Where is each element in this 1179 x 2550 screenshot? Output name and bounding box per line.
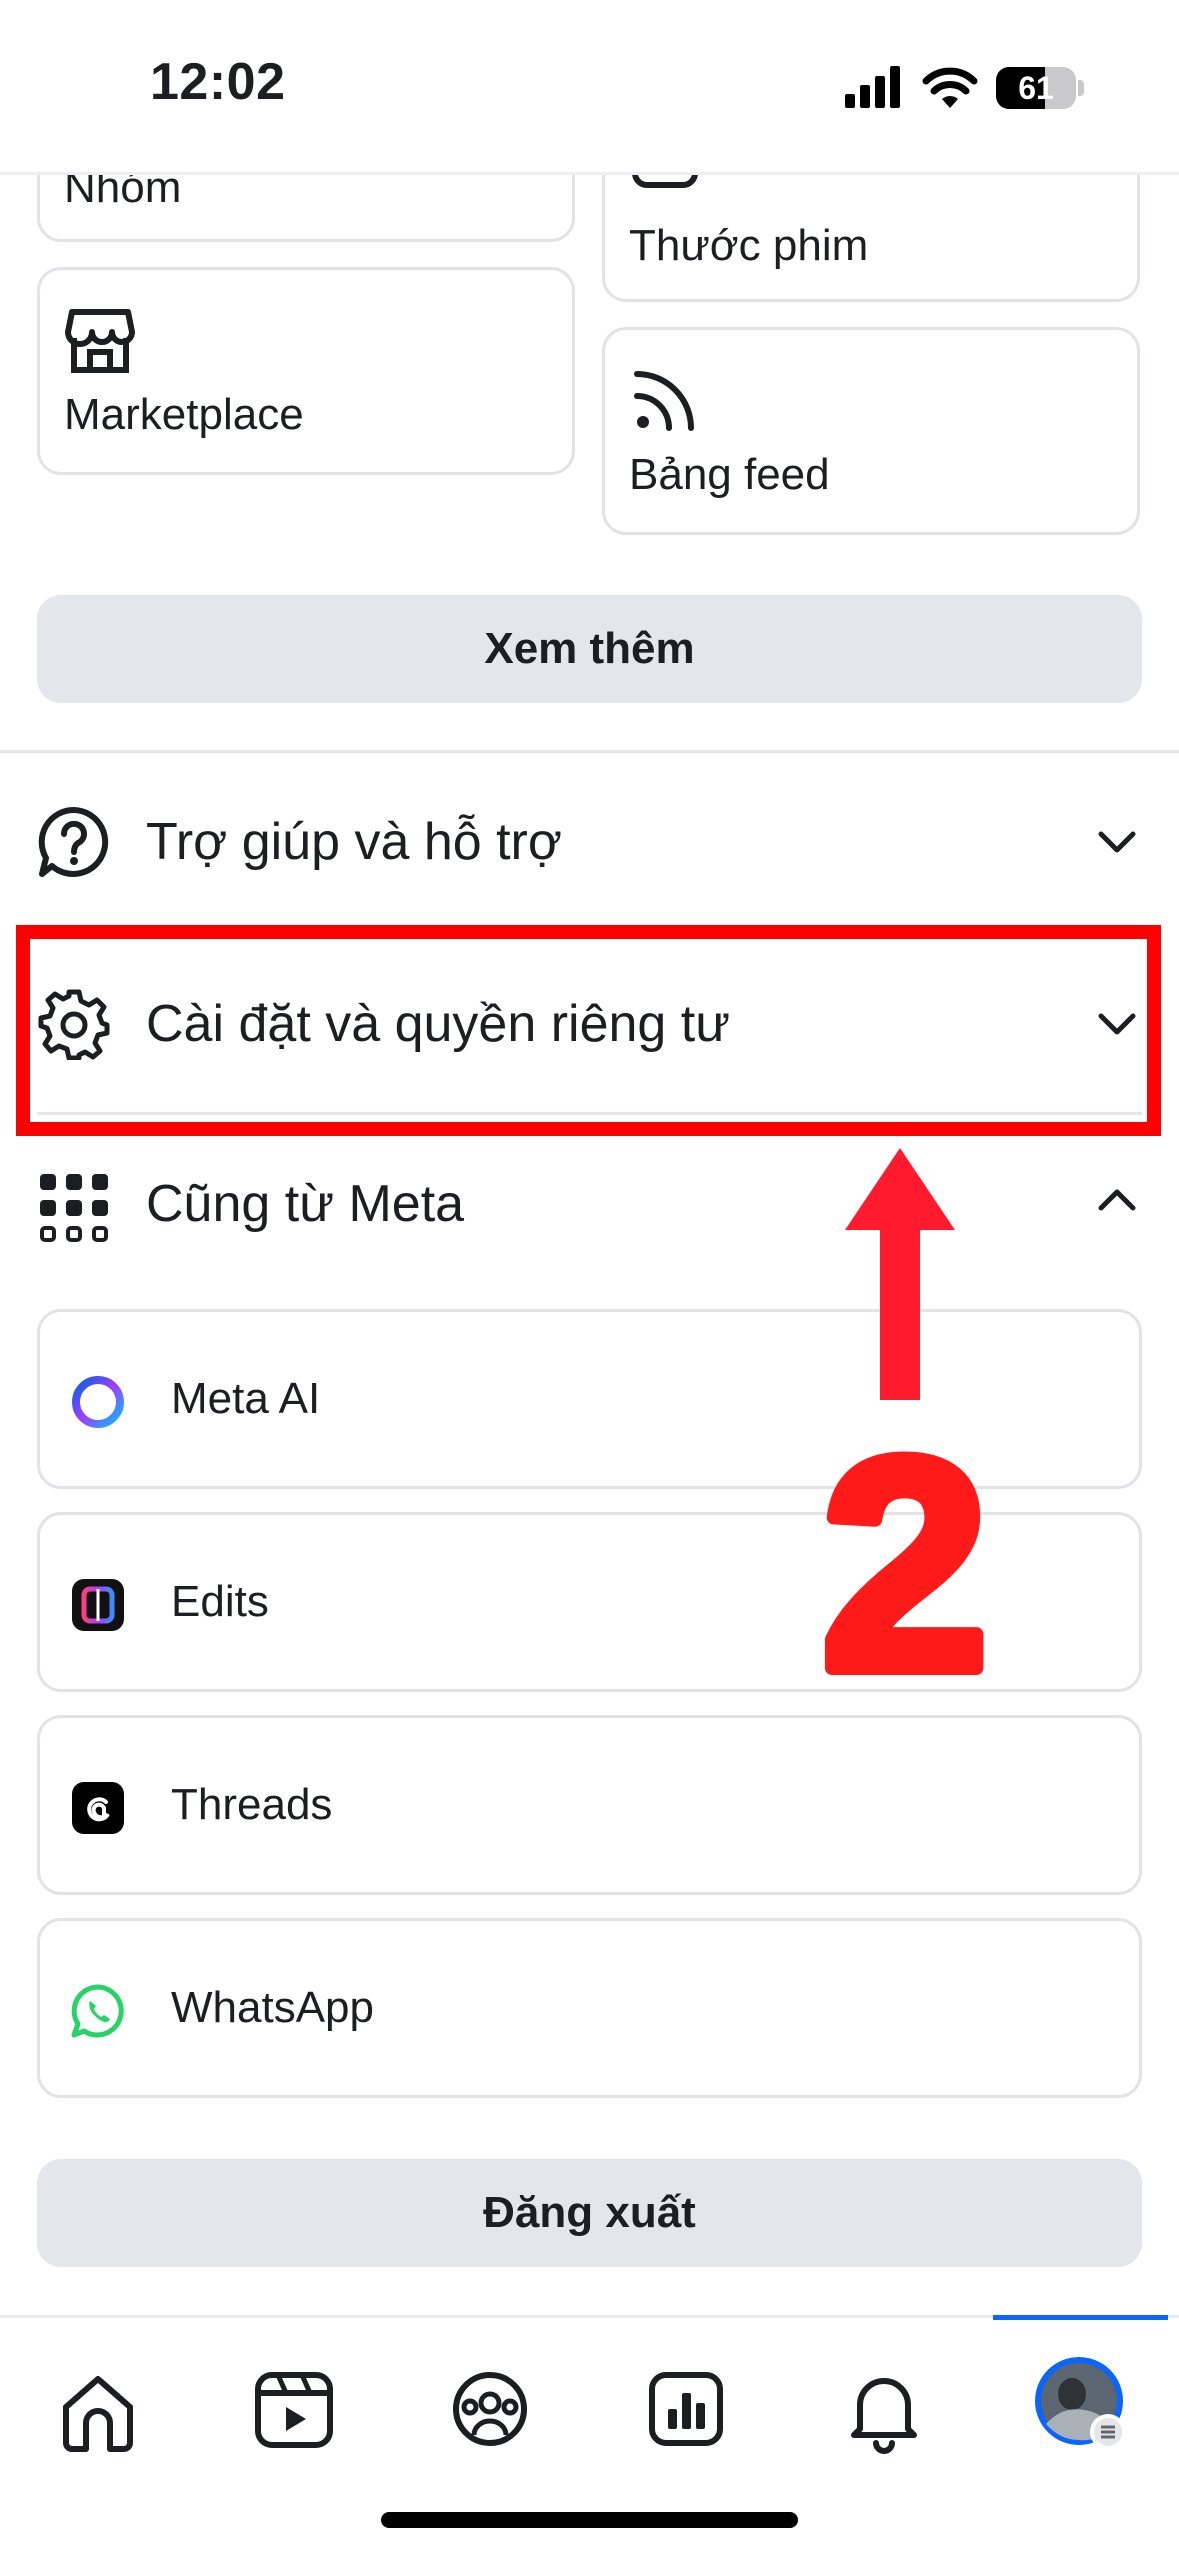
video-icon[interactable]: [248, 2363, 340, 2455]
highlight-annotation-box: [16, 925, 1161, 1136]
dashboard-icon[interactable]: [640, 2363, 732, 2455]
see-more-button[interactable]: Xem thêm: [37, 595, 1142, 703]
whatsapp-label: WhatsApp: [171, 1983, 374, 2032]
annotation-step-number: 2: [815, 1420, 996, 1690]
divider: [0, 750, 1179, 753]
meta-ai-label: Meta AI: [171, 1374, 321, 1423]
annotation-step-label: 2: [822, 1420, 989, 1690]
threads-icon: [72, 1782, 124, 1834]
marketplace-card[interactable]: Marketplace: [37, 267, 575, 475]
groups-icon[interactable]: [444, 2363, 536, 2455]
help-support-row[interactable]: Trợ giúp và hỗ trợ: [0, 762, 1179, 922]
help-icon: [38, 806, 109, 877]
battery-indicator: 61: [996, 67, 1076, 109]
battery-level: 61: [1018, 70, 1054, 106]
also-from-meta-row[interactable]: Cũng từ Meta: [0, 1124, 1179, 1284]
feeds-card[interactable]: Bảng feed: [602, 327, 1140, 535]
chevron-down-icon: [1098, 831, 1136, 853]
reels-label: Thước phim: [629, 221, 869, 270]
wifi-icon: [922, 67, 978, 108]
profile-avatar[interactable]: [1032, 2354, 1142, 2464]
apps-grid-icon: [40, 1174, 108, 1242]
edits-label: Edits: [171, 1577, 269, 1626]
meta-ai-icon: [72, 1376, 124, 1428]
feeds-label: Bảng feed: [629, 450, 830, 499]
threads-label: Threads: [171, 1780, 333, 1829]
marketplace-label: Marketplace: [64, 390, 304, 439]
home-icon[interactable]: [52, 2363, 144, 2455]
whatsapp-card[interactable]: WhatsApp: [37, 1918, 1142, 2098]
annotation-arrow-icon: [845, 1148, 955, 1400]
battery-tip: [1078, 80, 1084, 96]
logout-button[interactable]: Đăng xuất: [37, 2159, 1142, 2267]
marketplace-icon: [65, 309, 135, 373]
status-time: 12:02: [150, 53, 286, 111]
status-bar: 12:02 61: [0, 0, 1179, 175]
active-tab-indicator: [993, 2315, 1168, 2320]
threads-card[interactable]: Threads: [37, 1715, 1142, 1895]
chevron-up-icon: [1098, 1189, 1136, 1211]
feeds-icon: [634, 371, 694, 431]
cellular-signal-icon: [845, 66, 900, 108]
bell-icon[interactable]: [838, 2363, 930, 2455]
also-from-meta-label: Cũng từ Meta: [146, 1175, 465, 1233]
whatsapp-icon: [71, 1984, 124, 2038]
edits-icon: [72, 1579, 124, 1631]
home-indicator: [381, 2512, 798, 2528]
help-support-label: Trợ giúp và hỗ trợ: [146, 813, 562, 871]
